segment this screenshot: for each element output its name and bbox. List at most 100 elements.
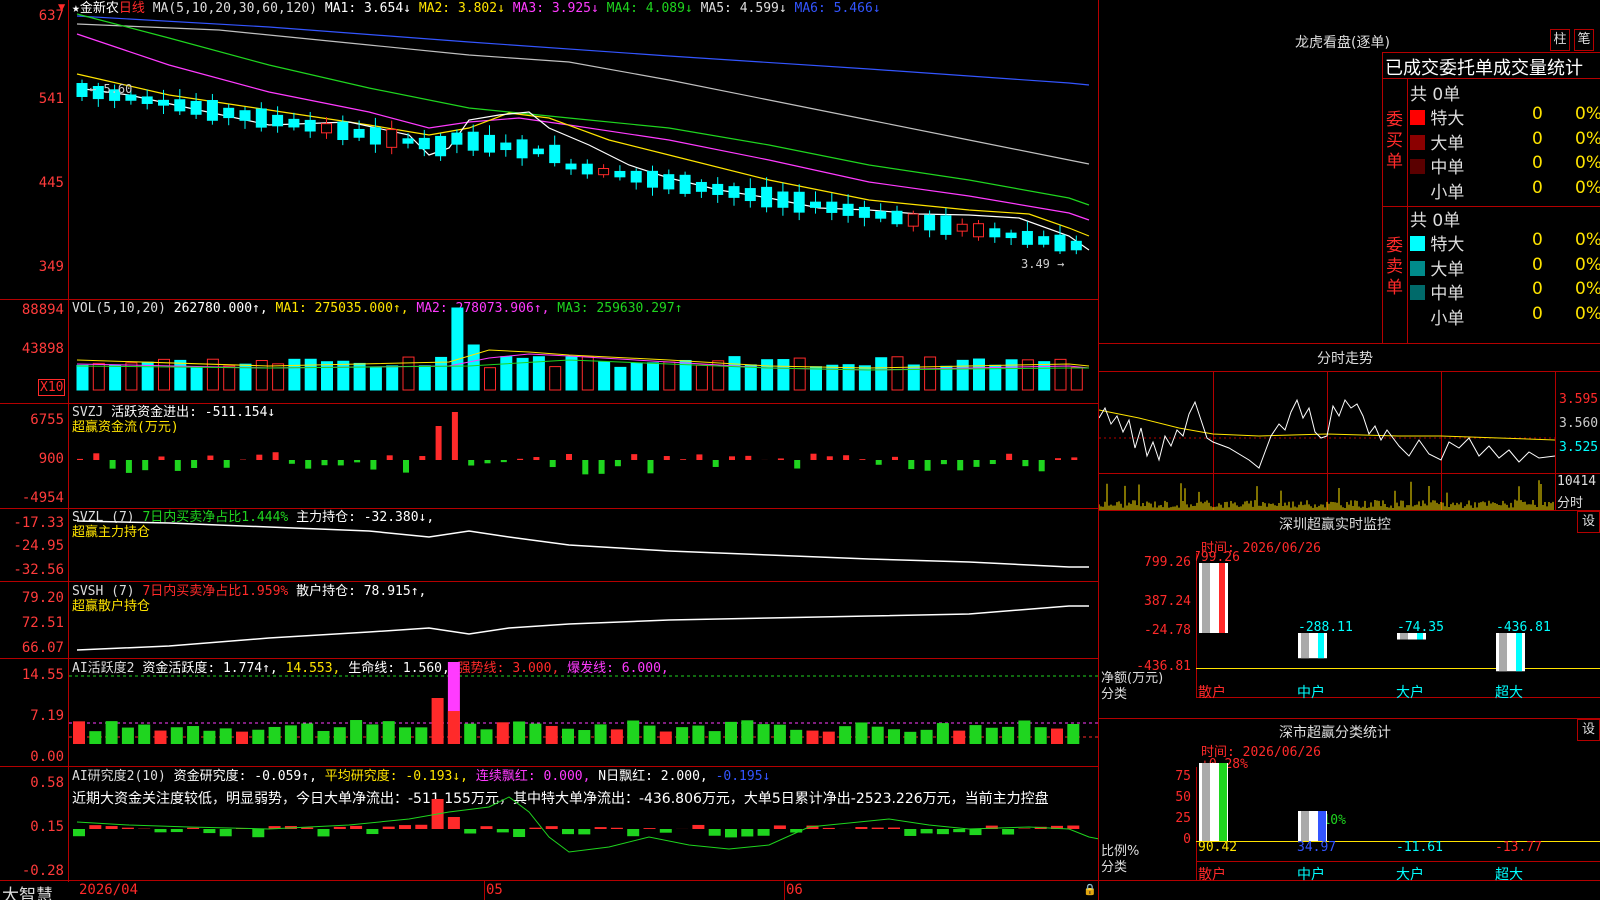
classify-chart[interactable]: [1196, 719, 1600, 880]
candle-body: [956, 223, 968, 232]
color-swatch: [1410, 260, 1425, 276]
monitor-bar-accent: [1318, 633, 1324, 659]
lhb-row-label: 大单: [1430, 133, 1465, 154]
color-swatch: [1410, 159, 1425, 174]
lhb-row-count: 0: [1532, 153, 1543, 173]
flow-bar: [566, 454, 572, 460]
volume-bar: [793, 357, 806, 391]
svzj-chart[interactable]: [69, 404, 1098, 508]
activity-bar: [366, 724, 379, 744]
intraday-panel: 分时走势 3.595 3.560 3.525 10414 分时: [1099, 344, 1600, 511]
research-bar: [920, 829, 933, 834]
low-price-mark: 3.49 →: [1021, 257, 1064, 271]
lhb-panel: 龙虎看盘(逐单) 柱 笔 已成交委托单成交量统计 委买单 委卖单 共 0单 共 …: [1099, 0, 1600, 343]
candle-body: [761, 186, 773, 208]
volume-bar: [630, 362, 643, 391]
volume-bar: [1038, 361, 1051, 391]
flow-bar: [924, 460, 931, 471]
lhb-row: 特大 0 0%: [1410, 104, 1600, 129]
intraday-chart[interactable]: [1099, 372, 1555, 510]
tick-mode-button[interactable]: 笔: [1574, 29, 1594, 51]
classify-value: 34.97: [1297, 840, 1337, 855]
bar-mode-button[interactable]: 柱: [1550, 29, 1570, 51]
flow-bar: [93, 453, 100, 460]
research-bar: [936, 829, 949, 835]
flow-bar: [582, 460, 589, 475]
research-bar: [969, 829, 982, 836]
lhb-row: 中单 0 0%: [1410, 279, 1600, 304]
candle-body: [369, 127, 381, 145]
ai1-axis: 14.55 7.19 0.00: [0, 659, 68, 766]
activity-bar: [89, 731, 102, 744]
candle-body: [875, 211, 887, 219]
flow-bar: [256, 454, 263, 460]
activity-bar: [741, 720, 754, 744]
flow-bar: [826, 456, 833, 460]
candle-body: [663, 174, 675, 190]
ai1-tick: 7.19: [30, 708, 64, 724]
activity-bar: [121, 727, 134, 744]
volume-bar: [1005, 359, 1018, 391]
research-bar: [659, 829, 672, 833]
lhb-row-pct: 0%: [1575, 303, 1600, 324]
candle-body: [418, 137, 430, 150]
candle-body: [712, 183, 724, 195]
monitor-xlabel: 分类: [1101, 687, 1128, 702]
flow-bar: [321, 460, 328, 466]
activity-bar: [317, 730, 330, 744]
flag-icon[interactable]: ▼: [58, 0, 65, 14]
volume-bar: [549, 366, 562, 391]
candle-body: [174, 99, 186, 112]
research-bar: [121, 827, 134, 829]
ai1-chart[interactable]: [69, 659, 1098, 766]
classify-bar-accent: [1318, 811, 1326, 841]
monitor-bar-accent: [1516, 633, 1522, 672]
activity-bar: [447, 711, 460, 744]
lhb-row-pct: 0%: [1575, 128, 1600, 149]
research-bar: [627, 829, 640, 837]
flow-bar: [288, 460, 295, 464]
monitor-tick: -24.78: [1144, 623, 1191, 638]
flow-bar: [272, 452, 279, 460]
activity-bar: [545, 725, 558, 744]
research-bar: [252, 829, 265, 838]
ai2-tick: 0.58: [30, 775, 64, 791]
candle-body: [141, 96, 153, 104]
svzl-chart[interactable]: [69, 509, 1098, 581]
candle-body: [435, 135, 447, 157]
research-bar: [105, 826, 118, 829]
research-bar: [399, 825, 411, 829]
lock-icon[interactable]: 🔒: [1083, 883, 1097, 896]
monitor-category: 大户: [1396, 685, 1424, 701]
lhb-row-pct: 0%: [1575, 177, 1600, 198]
volume-bar: [255, 360, 268, 391]
price-tick: 541: [38, 91, 64, 107]
candle-body: [206, 100, 218, 121]
volume-bar: [581, 356, 594, 391]
volume-bar: [695, 364, 708, 391]
intraday-tick: 3.595: [1559, 392, 1599, 407]
monitor-bar-shade: [1202, 563, 1210, 633]
candle-body: [810, 201, 821, 208]
svsh-chart[interactable]: [69, 582, 1098, 658]
research-bar: [708, 829, 721, 836]
candlestick-chart[interactable]: ← 5.60 3.49 →: [69, 0, 1098, 299]
flow-bar: [940, 460, 947, 465]
ai2-chart[interactable]: [69, 767, 1098, 880]
classify-category: 大户: [1396, 867, 1424, 883]
flow-bar: [973, 460, 980, 467]
flow-bar: [598, 460, 605, 474]
volume-bar: [500, 356, 513, 391]
volume-bar: [842, 364, 855, 391]
lhb-row-count: 0: [1532, 303, 1543, 324]
monitor-panel: 深圳超赢实时监控 设 时间: 2026/06/26 -24.78 387.24 …: [1099, 511, 1600, 718]
flow-bar: [810, 453, 817, 460]
lhb-row-label: 特大: [1430, 109, 1465, 129]
activity-bar: [920, 729, 933, 744]
volume-chart[interactable]: [69, 300, 1098, 403]
svsh-line: [76, 605, 1089, 651]
activity-bar: [154, 730, 167, 744]
research-bar: [154, 829, 167, 833]
volume-bar: [304, 358, 317, 391]
classify-category: 散户: [1198, 867, 1226, 883]
